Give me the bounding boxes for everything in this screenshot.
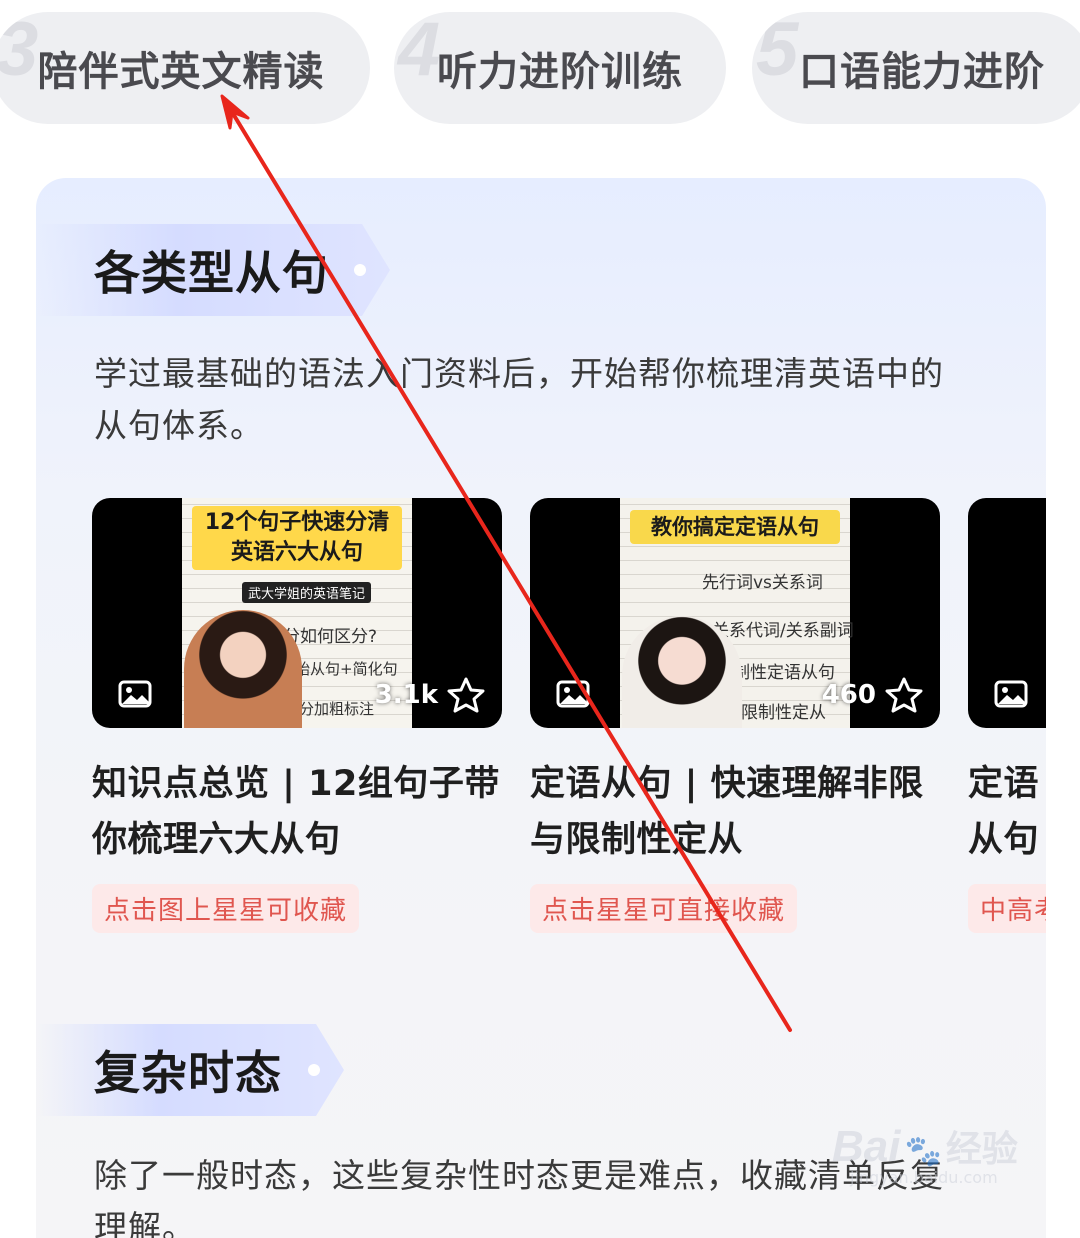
image-icon (118, 680, 152, 708)
title-dot (354, 264, 366, 276)
thumbnail-note: 武大学姐的英语笔记 (242, 582, 372, 603)
presenter-avatar (622, 616, 742, 728)
video-title[interactable]: 知识点总览 | 12组句子带你梳理六大从句 (92, 756, 512, 868)
video-title[interactable]: 定语从句 | 快速理解非限与限制性定从 (530, 756, 950, 868)
presenter-avatar (184, 610, 302, 728)
watermark-brand2: 经验 (945, 1129, 1018, 1170)
tab-speaking[interactable]: 5 口语能力进阶 (752, 12, 1080, 124)
baidu-watermark: Bai 🐾 经验 jingyan.baidu.com (832, 1120, 1018, 1187)
section-title-text: 复杂时态 (94, 1046, 282, 1100)
star-outline-icon[interactable] (884, 676, 924, 714)
thumbnail-headline: 12个句子快速分清英语六大从句 (192, 506, 402, 570)
thumbnail-headline: 教你搞定定语从句 (630, 510, 840, 544)
tab-number: 3 (0, 12, 39, 92)
section-title-clauses: 各类型从句 (36, 224, 390, 316)
module-tabs: 3 陪伴式英文精读 4 听力进阶训练 5 口语能力进阶 (0, 12, 1080, 130)
favorite-count: 3.1k (374, 680, 438, 710)
watermark-brand: Bai (832, 1122, 901, 1171)
title-dot (308, 1064, 320, 1076)
tab-label: 陪伴式英文精读 (37, 49, 325, 95)
video-card[interactable]: 定语从句定从 中高考 (968, 498, 1046, 933)
paw-icon: 🐾 (904, 1134, 942, 1169)
section-description: 学过最基础的语法入门资料后，开始帮你梳理清英语中的从句体系。 (94, 354, 944, 445)
thumbnail-note: 先行词vs关系词 (702, 573, 823, 593)
favorite-count: 460 (821, 680, 876, 710)
video-card[interactable]: 教你搞定定语从句 先行词vs关系词 关系代词/关系副词 限制性定语从句 非限制性… (530, 498, 940, 933)
tab-label: 口语能力进阶 (799, 49, 1045, 95)
tab-number: 5 (756, 12, 799, 92)
tab-number: 4 (398, 12, 441, 92)
video-thumbnail[interactable]: 教你搞定定语从句 先行词vs关系词 关系代词/关系副词 限制性定语从句 非限制性… (530, 498, 940, 728)
video-thumbnail[interactable]: 12个句子快速分清英语六大从句 武大学姐的英语笔记 句子成分如何区分? 原始从句… (92, 498, 502, 728)
star-outline-icon[interactable] (446, 676, 486, 714)
section-title-tenses: 复杂时态 (36, 1024, 344, 1116)
video-title[interactable]: 定语从句定从 (968, 756, 1042, 868)
video-thumbnail[interactable] (968, 498, 1046, 728)
video-tag: 中高考 (968, 884, 1046, 933)
favorite-stat: 3.1k (375, 676, 486, 714)
thumbnail-note: 关系代词/关系副词 (712, 621, 854, 641)
section-title-text: 各类型从句 (94, 246, 329, 300)
video-tag: 点击图上星星可收藏 (92, 884, 360, 933)
favorite-stat: 460 (822, 676, 924, 714)
video-card[interactable]: 12个句子快速分清英语六大从句 武大学姐的英语笔记 句子成分如何区分? 原始从句… (92, 498, 502, 933)
tab-label: 听力进阶训练 (437, 49, 683, 95)
watermark-url: jingyan.baidu.com (850, 1168, 998, 1187)
tab-listening[interactable]: 4 听力进阶训练 (394, 12, 726, 124)
content-card: 各类型从句 学过最基础的语法入门资料后，开始帮你梳理清英语中的从句体系。 12个… (36, 178, 1046, 1238)
image-icon (994, 680, 1028, 708)
tab-intensive-reading[interactable]: 3 陪伴式英文精读 (0, 12, 370, 124)
image-icon (556, 680, 590, 708)
video-tag: 点击星星可直接收藏 (530, 884, 798, 933)
